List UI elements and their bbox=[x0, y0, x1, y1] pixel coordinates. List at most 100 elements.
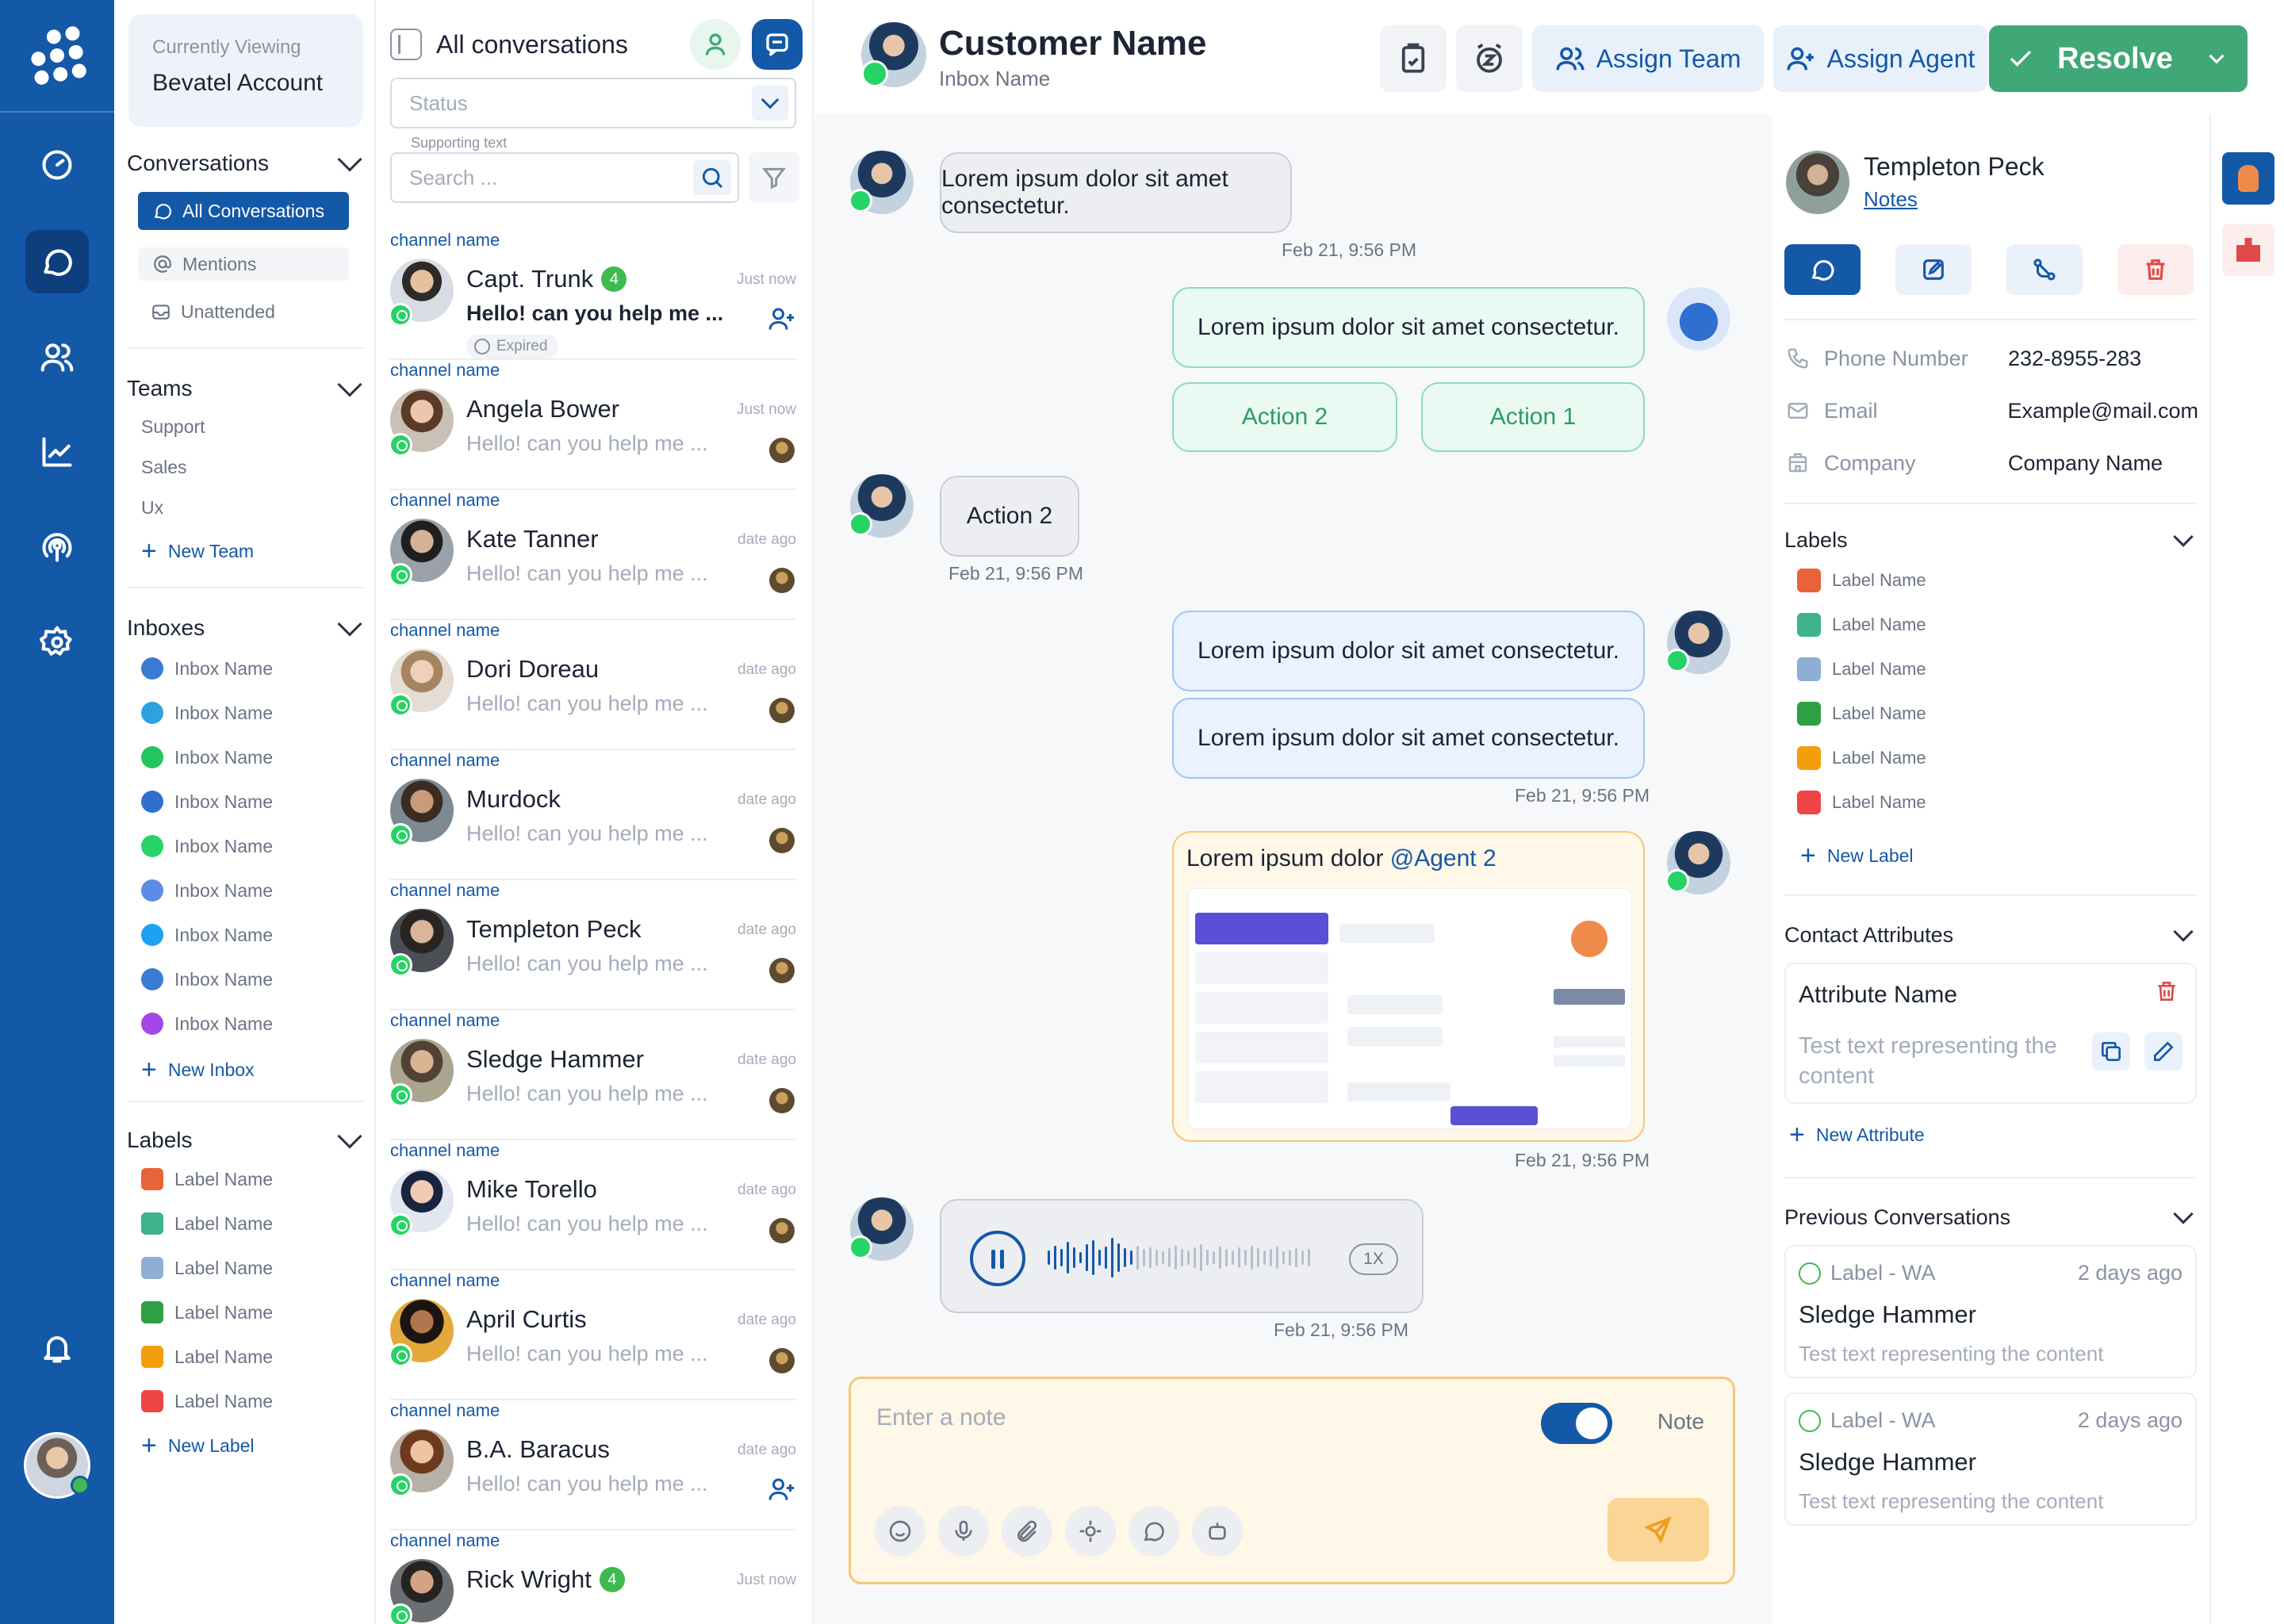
status-dropdown-toggle[interactable] bbox=[752, 86, 788, 121]
edit-attribute-button[interactable] bbox=[2144, 1032, 2182, 1071]
bot-message[interactable]: Lorem ipsum dolor sit amet consectetur. bbox=[1172, 287, 1645, 368]
sidebar-item-label[interactable]: Label Name bbox=[138, 1385, 349, 1418]
sidebar-item-inbox[interactable]: Inbox Name bbox=[138, 652, 349, 685]
sidebar-item-label[interactable]: Label Name bbox=[138, 1207, 349, 1240]
filter-button[interactable] bbox=[749, 152, 799, 203]
sidebar-item-all-conversations[interactable]: All Conversations bbox=[138, 192, 349, 230]
contact-label[interactable]: Label Name bbox=[1797, 565, 1926, 596]
sidebar-item-team[interactable]: Sales bbox=[138, 450, 349, 484]
chevron-down-icon[interactable] bbox=[2203, 45, 2230, 72]
new-conversation-button[interactable] bbox=[752, 19, 803, 70]
conversation-item[interactable]: channel name Murdock date ago Hello! can yo… bbox=[389, 750, 796, 880]
rail-campaigns-button[interactable] bbox=[25, 515, 89, 579]
sidebar-item-team[interactable]: Support bbox=[138, 410, 349, 443]
resolve-button[interactable]: Resolve bbox=[1989, 25, 2248, 92]
sidebar-item-label[interactable]: Label Name bbox=[138, 1251, 349, 1285]
rail-notifications-button[interactable] bbox=[25, 1316, 89, 1380]
new-team-button[interactable]: + New Team bbox=[138, 534, 349, 568]
sidebar-item-inbox[interactable]: Inbox Name bbox=[138, 874, 349, 907]
contact-label[interactable]: Label Name bbox=[1797, 609, 1926, 641]
previous-conversation-card[interactable]: Label - WA 2 days ago Sledge Hammer Test… bbox=[1784, 1392, 2197, 1526]
contact-avatar[interactable] bbox=[1786, 151, 1849, 214]
search-button[interactable] bbox=[693, 160, 731, 195]
conversation-item[interactable]: channel name Templeton Peck date ago Hello!… bbox=[389, 880, 796, 1010]
account-switcher[interactable]: Currently Viewing Bevatel Account bbox=[128, 14, 363, 127]
contact-label[interactable]: Label Name bbox=[1797, 742, 1926, 774]
agent-mention[interactable]: @Agent 2 bbox=[1390, 845, 1496, 871]
emoji-button[interactable] bbox=[875, 1506, 925, 1557]
message-contact-button[interactable] bbox=[1784, 244, 1861, 295]
microphone-button[interactable] bbox=[938, 1506, 989, 1557]
new-label-button[interactable]: + New Label bbox=[138, 1429, 349, 1462]
ai-assist-button[interactable] bbox=[1065, 1506, 1116, 1557]
attach-button[interactable] bbox=[1002, 1506, 1052, 1557]
rail-contacts-button[interactable] bbox=[25, 325, 89, 389]
sidebar-item-inbox[interactable]: Inbox Name bbox=[138, 829, 349, 863]
playback-speed-button[interactable]: 1X bbox=[1349, 1243, 1398, 1275]
sidebar-item-inbox[interactable]: Inbox Name bbox=[138, 963, 349, 996]
copy-attribute-button[interactable] bbox=[2092, 1032, 2130, 1071]
delete-contact-button[interactable] bbox=[2117, 244, 2194, 295]
assign-agent-icon[interactable] bbox=[768, 304, 796, 333]
sidebar-item-label[interactable]: Label Name bbox=[138, 1340, 349, 1373]
waveform[interactable] bbox=[1044, 1234, 1318, 1281]
copy-transcript-button[interactable] bbox=[1380, 25, 1447, 92]
outgoing-message[interactable]: Lorem ipsum dolor sit amet consectetur. bbox=[1172, 611, 1645, 691]
whatsapp-template-button[interactable] bbox=[1129, 1506, 1179, 1557]
delete-attribute-button[interactable] bbox=[2154, 979, 2182, 1007]
inboxes-section-header[interactable]: Inboxes bbox=[127, 611, 365, 641]
conversation-item[interactable]: channel name Rick Wright 4 Just now bbox=[389, 1530, 796, 1624]
labels-section-header[interactable]: Labels bbox=[1784, 526, 2197, 553]
image-attachment-message[interactable]: Lorem ipsum dolor @Agent 2 bbox=[1172, 831, 1645, 1142]
status-select[interactable]: Status bbox=[390, 78, 796, 128]
contact-app-button[interactable] bbox=[2222, 152, 2274, 205]
sidebar-item-inbox[interactable]: Inbox Name bbox=[138, 785, 349, 818]
conversation-item[interactable]: channel name B.A. Baracus date ago Hello! c… bbox=[389, 1400, 796, 1530]
conversation-item[interactable]: channel name Mike Torello date ago Hello! c… bbox=[389, 1140, 796, 1270]
edit-contact-button[interactable] bbox=[1895, 244, 1972, 295]
rail-dashboard-button[interactable] bbox=[25, 133, 89, 197]
conversation-item[interactable]: channel name Dori Doreau date ago Hello! ca… bbox=[389, 620, 796, 750]
sidebar-item-inbox[interactable]: Inbox Name bbox=[138, 696, 349, 730]
conversation-item[interactable]: channel name Capt. Trunk 4 Just now Hello! c… bbox=[389, 230, 796, 360]
teams-section-header[interactable]: Teams bbox=[127, 372, 365, 401]
snooze-button[interactable] bbox=[1456, 25, 1523, 92]
contact-label[interactable]: Label Name bbox=[1797, 698, 1926, 730]
contact-label[interactable]: Label Name bbox=[1797, 653, 1926, 685]
collapse-panel-icon[interactable] bbox=[390, 29, 422, 60]
labels-section-header[interactable]: Labels bbox=[127, 1124, 365, 1153]
current-user-avatar[interactable] bbox=[24, 1432, 90, 1499]
send-button[interactable] bbox=[1608, 1498, 1709, 1561]
sidebar-item-label[interactable]: Label Name bbox=[138, 1162, 349, 1196]
sidebar-item-unattended[interactable]: Unattended bbox=[127, 295, 338, 328]
previous-conversation-card[interactable]: Label - WA 2 days ago Sledge Hammer Test… bbox=[1784, 1245, 2197, 1378]
note-toggle[interactable] bbox=[1541, 1403, 1612, 1444]
contact-label[interactable]: Label Name bbox=[1797, 787, 1926, 818]
integrations-button[interactable] bbox=[2222, 224, 2274, 276]
merge-contact-button[interactable] bbox=[2006, 244, 2083, 295]
new-inbox-button[interactable]: + New Inbox bbox=[138, 1053, 349, 1086]
rail-conversations-button[interactable] bbox=[25, 230, 89, 293]
pause-button[interactable] bbox=[970, 1231, 1025, 1286]
sidebar-item-inbox[interactable]: Inbox Name bbox=[138, 918, 349, 952]
conversation-item[interactable]: channel name Kate Tanner date ago Hello! ca… bbox=[389, 490, 796, 620]
action-1-button[interactable]: Action 1 bbox=[1421, 382, 1645, 452]
new-attribute-button[interactable]: + New Attribute bbox=[1789, 1121, 1925, 1148]
search-input[interactable]: Search ... bbox=[390, 152, 739, 203]
conversations-section-header[interactable]: Conversations bbox=[127, 147, 365, 176]
sidebar-item-team[interactable]: Ux bbox=[138, 491, 349, 524]
conversation-item[interactable]: channel name Sledge Hammer date ago Hello! … bbox=[389, 1010, 796, 1140]
email-value[interactable]: Example@mail.com bbox=[2008, 399, 2198, 423]
conversation-item[interactable]: channel name April Curtis date ago Hello! c… bbox=[389, 1270, 796, 1400]
new-label-button[interactable]: + New Label bbox=[1800, 842, 1914, 869]
incoming-message[interactable]: Action 2 bbox=[940, 476, 1079, 557]
conversation-item[interactable]: channel name Angela Bower Just now Hello! c… bbox=[389, 360, 796, 490]
sidebar-item-mentions[interactable]: Mentions bbox=[138, 247, 349, 281]
previous-conversations-header[interactable]: Previous Conversations bbox=[1784, 1203, 2197, 1230]
sidebar-item-inbox[interactable]: Inbox Name bbox=[138, 1007, 349, 1040]
incoming-message[interactable]: Lorem ipsum dolor sit amet consectetur. bbox=[940, 152, 1292, 233]
phone-value[interactable]: 232-8955-283 bbox=[2008, 347, 2141, 371]
attachment-image[interactable] bbox=[1188, 888, 1632, 1129]
assign-agent-button[interactable]: Assign Agent bbox=[1773, 25, 1987, 92]
sidebar-item-label[interactable]: Label Name bbox=[138, 1296, 349, 1329]
